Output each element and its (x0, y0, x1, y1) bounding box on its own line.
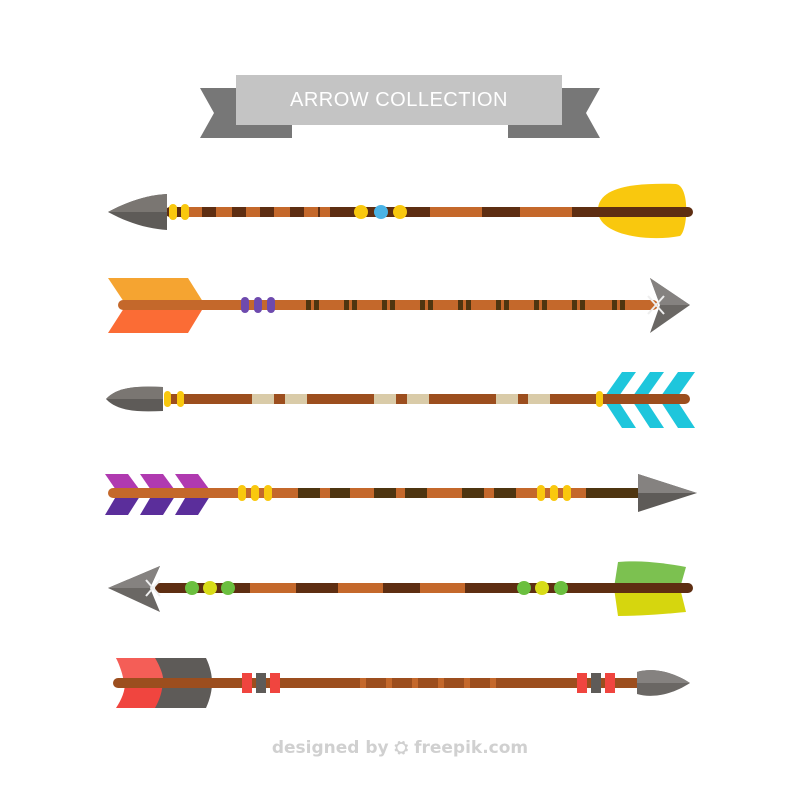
arrow-6 (113, 658, 690, 708)
arrow-1 (108, 183, 693, 239)
arrow-2 (108, 278, 690, 333)
arrow-5 (108, 561, 693, 616)
arrow-4 (105, 474, 697, 515)
arrow-3 (106, 372, 695, 428)
freepik-credit: designed by ⛭ freepik.com (271, 738, 529, 758)
banner-title: ARROW COLLECTION (289, 89, 509, 111)
arrow-collection-illustration: ARROW COLLECTION designed by ⛭ freepik.c… (0, 0, 800, 800)
